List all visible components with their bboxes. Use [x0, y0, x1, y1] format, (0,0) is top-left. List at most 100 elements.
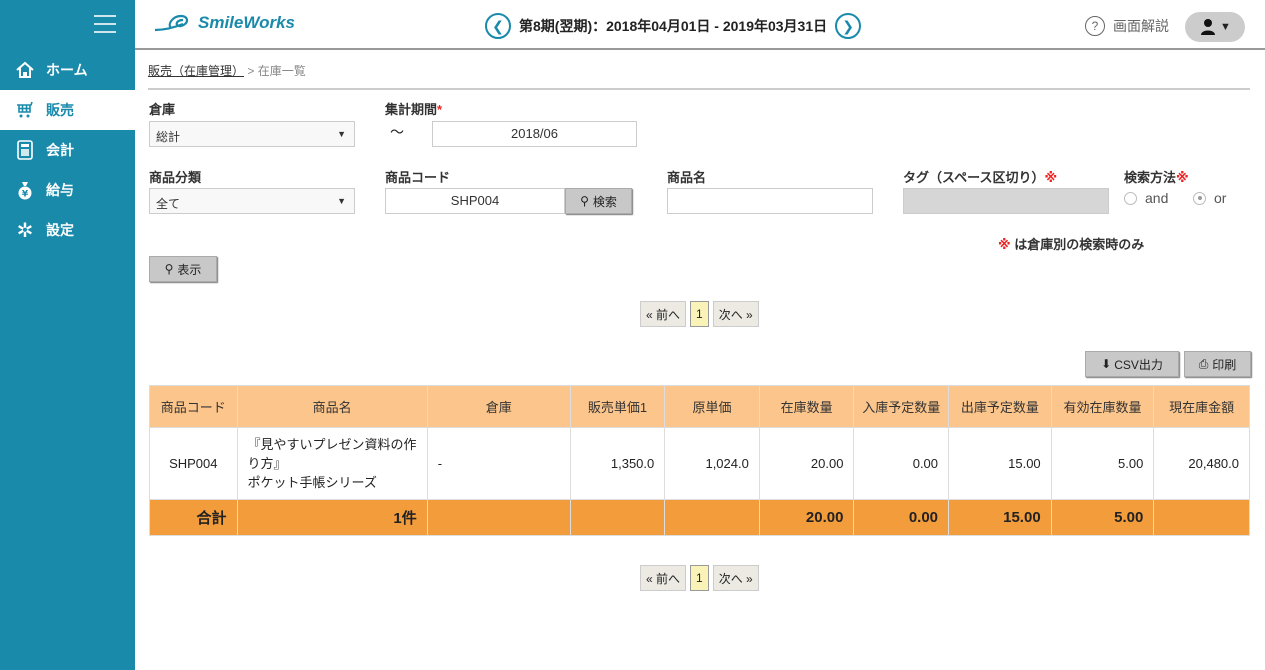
- table-row[interactable]: SHP004 『見やすいプレゼン資料の作 り方』 ポケット手帳シリーズ - 1,35…: [149, 427, 1250, 500]
- cell-code: SHP004: [149, 427, 238, 500]
- home-icon: [14, 59, 36, 81]
- chevron-down-icon: ▼: [1220, 21, 1231, 33]
- logo-mark-icon: [154, 14, 189, 32]
- total-available: 5.00: [1050, 499, 1155, 536]
- pager-top: « 前へ 1 次へ »: [640, 301, 759, 327]
- fiscal-period-text: 第8期(翌期)：2018年04月01日 - 2019年03月31日: [519, 18, 828, 34]
- radio-or[interactable]: or: [1193, 190, 1226, 206]
- col-header[interactable]: 原単価: [664, 385, 760, 428]
- page-1-button[interactable]: 1: [690, 301, 709, 327]
- printer-icon: ⎙: [1198, 356, 1209, 371]
- code-search-button[interactable]: ⚲ 検索: [565, 188, 632, 214]
- table-header-row: 商品コード 商品名 倉庫 販売単価1 原単価 在庫数量 入庫予定数量 出庫予定数…: [149, 385, 1250, 428]
- csv-export-button[interactable]: ⬇ CSV出力: [1085, 351, 1179, 377]
- cell-cost: 1,024.0: [664, 427, 760, 500]
- category-label: 商品分類: [149, 170, 202, 185]
- help-button[interactable]: ? 画面解説: [1085, 16, 1169, 36]
- show-button[interactable]: ⚲ 表示: [149, 256, 217, 282]
- total-row: 合計 1件 20.00 0.00 15.00 5.00: [149, 499, 1250, 536]
- breadcrumb-parent-link[interactable]: 販売（在庫管理）: [148, 64, 244, 78]
- col-header[interactable]: 在庫数量: [758, 385, 855, 428]
- col-header[interactable]: 現在庫金額: [1153, 385, 1250, 428]
- inventory-table: 商品コード 商品名 倉庫 販売単価1 原単価 在庫数量 入庫予定数量 出庫予定数…: [149, 385, 1250, 536]
- cell-available: 5.00: [1050, 427, 1155, 500]
- search-icon: ⚲: [164, 262, 174, 276]
- cell-price: 1,350.0: [569, 427, 666, 500]
- money-bag-icon: ¥: [14, 179, 36, 201]
- period-label: 集計期間*: [385, 102, 443, 117]
- prev-period-button[interactable]: ❮: [485, 13, 511, 39]
- download-icon: ⬇: [1101, 357, 1112, 371]
- tag-label: タグ（スペース区切り）※: [903, 170, 1058, 185]
- cell-warehouse: -: [426, 427, 571, 500]
- warehouse-note: ※ は倉庫別の検索時のみ: [998, 237, 1145, 252]
- svg-text:¥: ¥: [22, 190, 29, 200]
- cell-stock: 20.00: [758, 427, 855, 500]
- menu-toggle-icon[interactable]: [94, 15, 116, 33]
- sidebar-item-label: ホーム: [46, 62, 88, 78]
- print-button[interactable]: ⎙ 印刷: [1184, 351, 1251, 377]
- cart-icon: [14, 99, 36, 121]
- total-incoming: 0.00: [853, 499, 950, 536]
- col-header[interactable]: 倉庫: [426, 385, 571, 428]
- cell-incoming: 0.00: [853, 427, 950, 500]
- col-header[interactable]: 有効在庫数量: [1050, 385, 1155, 428]
- product-code-label: 商品コード: [385, 170, 451, 185]
- caret-down-icon: ▼: [337, 196, 346, 206]
- sidebar-item-label: 設定: [46, 222, 74, 238]
- total-stock: 20.00: [758, 499, 855, 536]
- pager-bottom: « 前へ 1 次へ »: [640, 565, 759, 591]
- sidebar-item-settings[interactable]: ✲ 設定: [0, 210, 135, 250]
- search-method-label: 検索方法※: [1124, 170, 1189, 185]
- col-header[interactable]: 販売単価1: [569, 385, 666, 428]
- category-select[interactable]: 全て ▼: [149, 188, 355, 214]
- next-period-button[interactable]: ❯: [835, 13, 862, 39]
- total-count: 1件: [236, 499, 428, 536]
- col-header[interactable]: 出庫予定数量: [948, 385, 1052, 428]
- caret-down-icon: ▼: [337, 129, 346, 139]
- sidebar: ホーム 販売 会計 ¥ 給与 ✲ 設定: [0, 0, 135, 670]
- col-header[interactable]: 商品コード: [149, 385, 238, 428]
- gear-icon: ✲: [16, 219, 34, 242]
- prev-page-button[interactable]: « 前へ: [640, 301, 687, 327]
- question-icon: ?: [1085, 16, 1105, 36]
- period-tilde: 〜: [390, 124, 404, 140]
- fiscal-period-nav: ❮ 第8期(翌期)：2018年04月01日 - 2019年03月31日 ❯: [485, 13, 862, 39]
- sidebar-item-label: 会計: [46, 142, 74, 158]
- cell-name: 『見やすいプレゼン資料の作 り方』 ポケット手帳シリーズ: [236, 427, 428, 500]
- user-icon: [1201, 19, 1216, 35]
- product-name-input[interactable]: [667, 188, 873, 214]
- sidebar-item-label: 販売: [46, 102, 74, 118]
- radio-and[interactable]: and: [1124, 190, 1168, 206]
- tag-input[interactable]: [903, 188, 1109, 214]
- period-end-input[interactable]: 2018/06: [432, 121, 637, 147]
- sidebar-item-sales[interactable]: 販売: [0, 90, 135, 130]
- warehouse-select[interactable]: 総計 ▼: [149, 121, 355, 147]
- cell-amount: 20,480.0: [1153, 427, 1250, 500]
- col-header[interactable]: 入庫予定数量: [853, 385, 950, 428]
- calculator-icon: [14, 139, 36, 161]
- product-name-label: 商品名: [667, 170, 707, 185]
- sidebar-item-payroll[interactable]: ¥ 給与: [0, 170, 135, 210]
- sidebar-item-home[interactable]: ホーム: [0, 50, 135, 90]
- main-content: 販売（在庫管理） > 在庫一覧: [148, 50, 1250, 90]
- top-header: SmileWorks ❮ 第8期(翌期)：2018年04月01日 - 2019年…: [135, 0, 1265, 50]
- col-header[interactable]: 商品名: [236, 385, 428, 428]
- next-page-button[interactable]: 次へ »: [712, 565, 759, 591]
- search-icon: ⚲: [580, 194, 589, 208]
- app-logo[interactable]: SmileWorks: [153, 12, 295, 34]
- next-page-button[interactable]: 次へ »: [712, 301, 759, 327]
- warehouse-label: 倉庫: [149, 102, 176, 117]
- prev-page-button[interactable]: « 前へ: [640, 565, 687, 591]
- sidebar-nav: ホーム 販売 会計 ¥ 給与 ✲ 設定: [0, 50, 135, 250]
- sidebar-item-label: 給与: [46, 182, 74, 198]
- cell-outgoing: 15.00: [948, 427, 1052, 500]
- breadcrumb-current: 在庫一覧: [257, 64, 306, 78]
- breadcrumb: 販売（在庫管理） > 在庫一覧: [148, 62, 1250, 90]
- sidebar-item-accounting[interactable]: 会計: [0, 130, 135, 170]
- total-outgoing: 15.00: [948, 499, 1052, 536]
- page-1-button[interactable]: 1: [690, 565, 709, 591]
- total-label: 合計: [149, 499, 238, 536]
- user-menu-button[interactable]: ▼: [1185, 12, 1245, 42]
- product-code-input[interactable]: SHP004: [385, 188, 565, 214]
